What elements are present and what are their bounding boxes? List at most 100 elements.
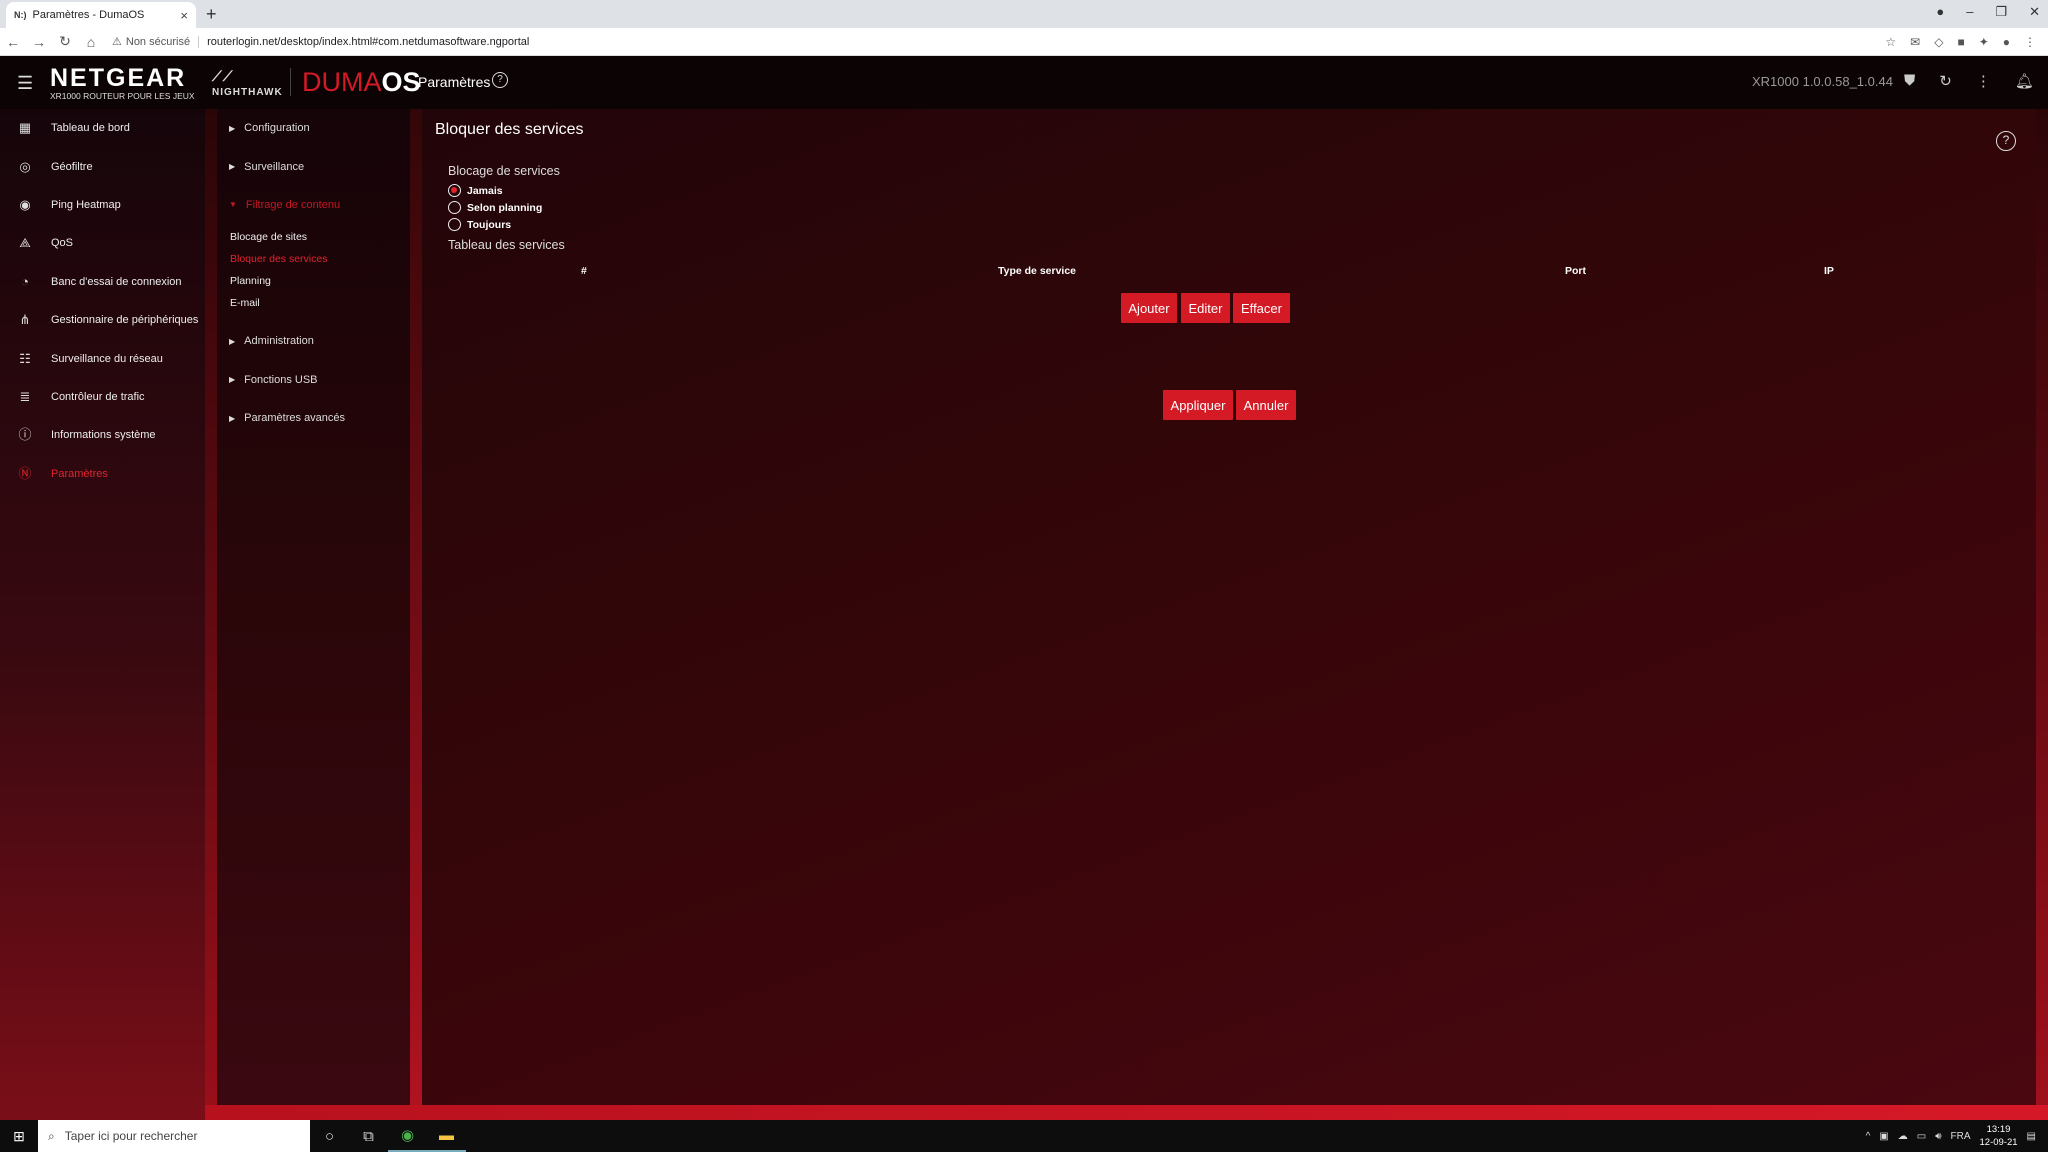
close-window-icon[interactable]: ✕ bbox=[2029, 4, 2040, 20]
subnav-group-content-filtering[interactable]: ▼ Filtrage de contenu bbox=[217, 186, 410, 224]
minimize-icon[interactable]: – bbox=[1966, 4, 1973, 20]
dashboard-icon: ▦ bbox=[18, 120, 32, 136]
apply-button[interactable]: Appliquer bbox=[1163, 390, 1233, 420]
bookmark-star-icon[interactable]: ☆ bbox=[1885, 35, 1896, 49]
qos-icon: ⟁ bbox=[19, 235, 31, 251]
subnav-item-block-services[interactable]: Bloquer des services bbox=[217, 248, 410, 270]
caret-down-icon: ▼ bbox=[229, 200, 237, 210]
hamburger-menu-icon[interactable]: ☰ bbox=[17, 73, 33, 94]
reload-icon[interactable]: ↻ bbox=[52, 33, 78, 50]
onedrive-icon[interactable]: ☁ bbox=[1898, 1131, 1908, 1142]
sidebar-item-network-monitor[interactable]: ☷ Surveillance du réseau bbox=[0, 339, 205, 377]
windows-taskbar: ⊞ ⌕ Taper ici pour rechercher ○ ⧉ ◉ ▬ ^ … bbox=[0, 1120, 2048, 1152]
subnav-group-advanced[interactable]: ▶ Paramètres avancés bbox=[217, 399, 410, 437]
col-header-port: Port bbox=[1565, 265, 1586, 277]
device-tree-icon: ⋔ bbox=[19, 312, 31, 328]
subnav-item-planning[interactable]: Planning bbox=[217, 270, 410, 292]
browser-tab[interactable]: N:) Paramètres - DumaOS × bbox=[6, 2, 196, 28]
geofilter-icon: ◎ bbox=[19, 158, 31, 174]
profile-menu-icon[interactable]: ● bbox=[1936, 4, 1944, 20]
nighthawk-logo: ⟋⟋ NIGHTHAWK bbox=[212, 68, 283, 98]
browser-menu-icon[interactable]: ⋮ bbox=[2024, 35, 2036, 49]
omnibox[interactable]: ⚠ Non sécurisé routerlogin.net/desktop/i… bbox=[112, 35, 1885, 48]
radio-always[interactable]: Toujours bbox=[448, 218, 511, 231]
new-tab-button[interactable]: + bbox=[206, 4, 217, 25]
edit-button[interactable]: Editer bbox=[1181, 293, 1230, 323]
warning-icon: ⚠ bbox=[112, 36, 122, 48]
taskbar-search[interactable]: ⌕ Taper ici pour rechercher bbox=[38, 1120, 310, 1152]
language-indicator[interactable]: FRA bbox=[1951, 1131, 1971, 1142]
windows-start-icon[interactable]: ⊞ bbox=[0, 1128, 38, 1145]
home-icon[interactable]: ⌂ bbox=[78, 34, 104, 50]
caret-right-icon: ▶ bbox=[229, 413, 236, 423]
sidebar-item-speedtest[interactable]: ◔ Banc d'essai de connexion bbox=[0, 263, 205, 301]
network-icon[interactable]: ▭ bbox=[1917, 1131, 1926, 1142]
sidebar-item-settings[interactable]: Ⓝ Paramètres bbox=[0, 455, 205, 493]
col-header-ip: IP bbox=[1824, 265, 1834, 277]
firmware-version: XR1000 1.0.0.58_1.0.44 bbox=[1752, 74, 1893, 89]
subnav-group-usb[interactable]: ▶ Fonctions USB bbox=[217, 361, 410, 399]
col-header-number: # bbox=[581, 265, 587, 277]
sidebar-item-geofilter[interactable]: ◎ Géofiltre bbox=[0, 147, 205, 185]
extension-shield-icon[interactable]: ■ bbox=[1957, 35, 1964, 49]
speedometer-icon: ◔ bbox=[21, 273, 29, 289]
radio-selected-icon bbox=[448, 184, 461, 197]
subnav-item-site-blocking[interactable]: Blocage de sites bbox=[217, 226, 410, 248]
puzzle-icon[interactable]: ✦ bbox=[1979, 35, 1989, 49]
radio-unselected-icon bbox=[448, 218, 461, 231]
more-menu-icon[interactable]: ⋮ bbox=[1976, 72, 1991, 90]
tray-app-icon[interactable]: ▣ bbox=[1879, 1131, 1888, 1142]
help-icon[interactable]: ? bbox=[1996, 131, 2016, 151]
subnav-item-email[interactable]: E-mail bbox=[217, 292, 410, 314]
section-title: Bloquer des services bbox=[435, 121, 584, 138]
sidebar-item-system-info[interactable]: ⓘ Informations système bbox=[0, 416, 205, 454]
page-title: Paramètres bbox=[418, 74, 491, 90]
header-help-icon[interactable]: ? bbox=[492, 72, 508, 88]
subnav-group-surveillance[interactable]: ▶ Surveillance bbox=[217, 147, 410, 185]
brand-subtitle: XR1000 ROUTEUR POUR LES JEUX bbox=[50, 91, 195, 101]
traffic-controller-icon: ≣ bbox=[19, 388, 31, 404]
notification-bell-icon[interactable]: 🔔︎ bbox=[2015, 72, 2034, 90]
sidebar-item-qos[interactable]: ⟁ QoS bbox=[0, 224, 205, 262]
shield-icon[interactable]: ⛊ bbox=[1904, 72, 1915, 90]
system-tray: ^ ▣ ☁ ▭ 🔊︎ FRA 13:19 12-09-21 ▤ bbox=[1866, 1123, 2048, 1149]
refresh-icon[interactable]: ↻ bbox=[1939, 72, 1952, 90]
back-icon[interactable]: ← bbox=[0, 34, 26, 50]
sidebar-item-dashboard[interactable]: ▦ Tableau de bord bbox=[0, 109, 205, 147]
radio-never[interactable]: Jamais bbox=[448, 184, 503, 197]
close-tab-icon[interactable]: × bbox=[180, 8, 188, 23]
file-explorer-icon[interactable]: ▬ bbox=[427, 1120, 466, 1152]
sidebar-item-ping-heatmap[interactable]: ◉ Ping Heatmap bbox=[0, 186, 205, 224]
forward-icon[interactable]: → bbox=[26, 34, 52, 50]
avatar[interactable]: ● bbox=[2003, 35, 2010, 49]
cancel-button[interactable]: Annuler bbox=[1236, 390, 1296, 420]
radio-unselected-icon bbox=[448, 201, 461, 214]
clock[interactable]: 13:19 12-09-21 bbox=[1980, 1123, 2018, 1149]
volume-icon[interactable]: 🔊︎ bbox=[1935, 1131, 1941, 1142]
task-view-icon[interactable]: ⧉ bbox=[349, 1128, 388, 1145]
sidebar-item-device-manager[interactable]: ⋔ Gestionnaire de périphériques bbox=[0, 301, 205, 339]
add-button[interactable]: Ajouter bbox=[1121, 293, 1177, 323]
extension-mail-icon[interactable]: ✉ bbox=[1910, 35, 1920, 49]
settings-icon: Ⓝ bbox=[18, 465, 32, 481]
tray-expand-icon[interactable]: ^ bbox=[1866, 1131, 1871, 1142]
radio-schedule[interactable]: Selon planning bbox=[448, 201, 542, 214]
col-header-service-type: Type de service bbox=[998, 265, 1077, 277]
caret-right-icon: ▶ bbox=[229, 162, 236, 172]
url-text[interactable]: routerlogin.net/desktop/index.html#com.n… bbox=[198, 35, 529, 48]
subnav-group-configuration[interactable]: ▶ Configuration bbox=[217, 109, 410, 147]
subnav-submenu: Blocage de sites Bloquer des services Pl… bbox=[217, 224, 410, 322]
settings-subnav: ▶ Configuration ▶ Surveillance ▼ Filtrage d… bbox=[217, 109, 410, 1105]
netgear-logo: NETGEAR XR1000 ROUTEUR POUR LES JEUX bbox=[50, 64, 195, 101]
not-secure-label: Non sécurisé bbox=[125, 35, 191, 48]
window-controls: ● – ❐ ✕ bbox=[1936, 4, 2040, 20]
chrome-icon[interactable]: ◉ bbox=[388, 1120, 427, 1152]
main-panel: Bloquer des services ? Blocage de servic… bbox=[422, 109, 2036, 1105]
notifications-icon[interactable]: ▤ bbox=[2027, 1131, 2036, 1142]
sidebar-item-traffic-controller[interactable]: ≣ Contrôleur de trafic bbox=[0, 378, 205, 416]
subnav-group-administration[interactable]: ▶ Administration bbox=[217, 322, 410, 360]
delete-button[interactable]: Effacer bbox=[1233, 293, 1290, 323]
extension-icon[interactable]: ◇ bbox=[1934, 35, 1943, 49]
cortana-icon[interactable]: ○ bbox=[310, 1128, 349, 1145]
restore-icon[interactable]: ❐ bbox=[1995, 4, 2007, 20]
